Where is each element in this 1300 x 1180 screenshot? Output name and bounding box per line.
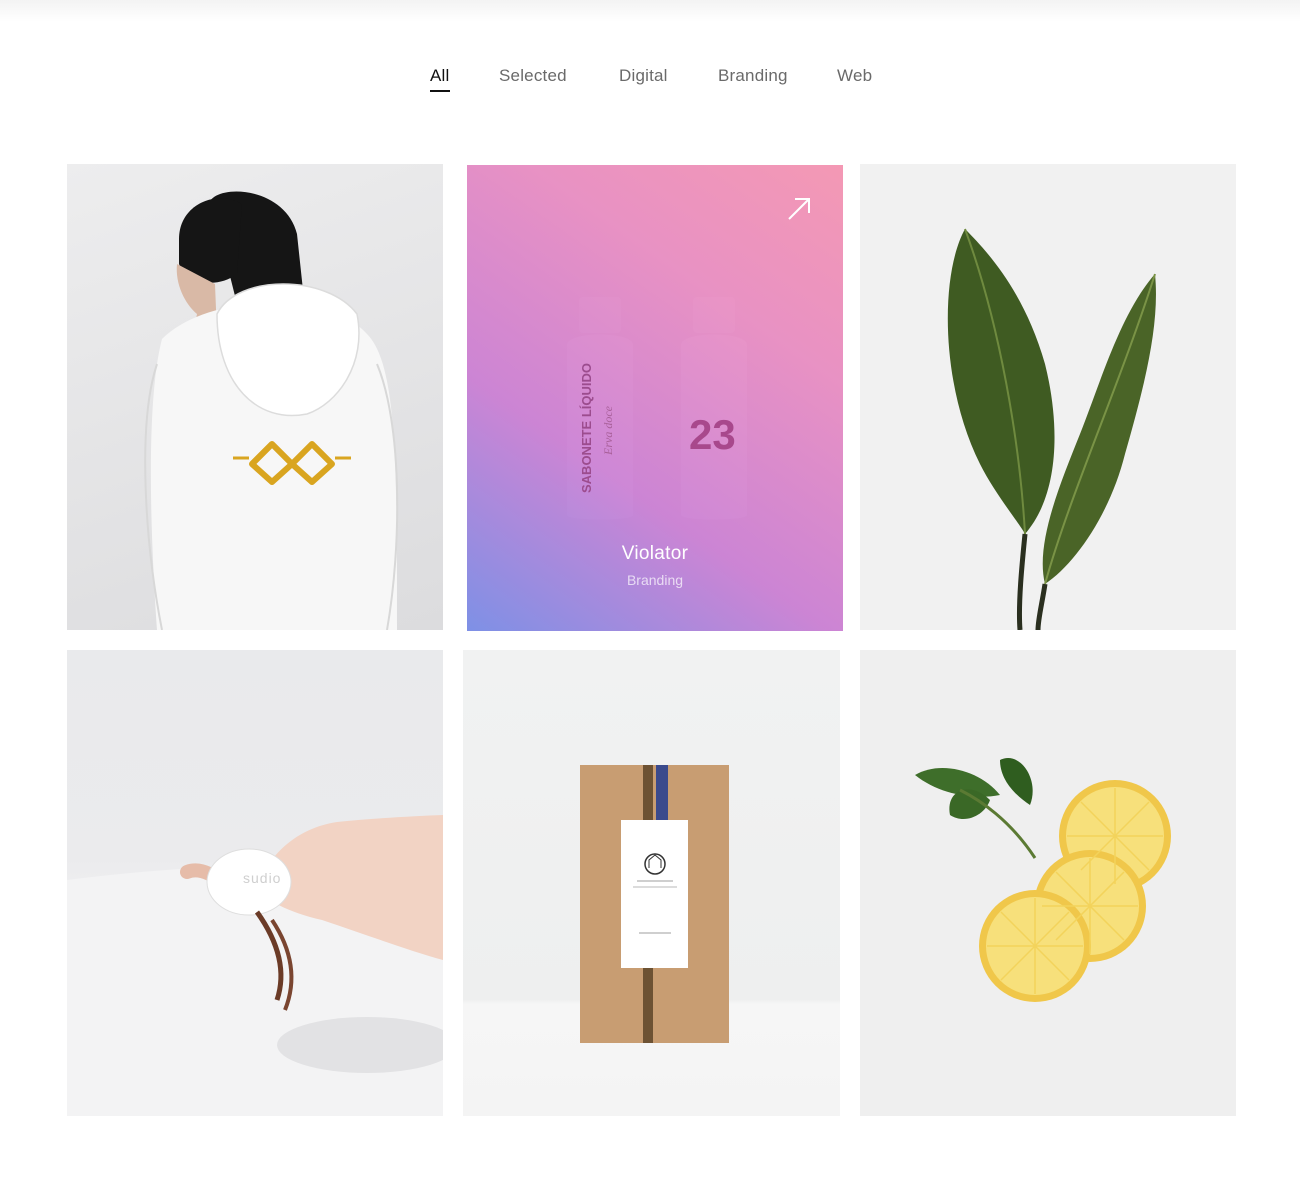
leaves-image — [947, 228, 1156, 630]
filter-all[interactable]: All — [430, 66, 450, 92]
portfolio-item-lemons[interactable] — [860, 650, 1236, 1116]
hoodie-image — [144, 191, 399, 630]
bottle-left-label: SABONETE LÍQUIDO — [579, 362, 594, 493]
portfolio-item-hoodie[interactable] — [67, 164, 443, 630]
portfolio-item-kraft-box[interactable] — [463, 650, 840, 1116]
bottle-right-number: 23 — [689, 411, 736, 458]
filter-selected[interactable]: Selected — [499, 66, 567, 92]
bottle-left-label-wrap: SABONETE LÍQUIDO — [579, 362, 599, 505]
portfolio-item-leaves[interactable] — [860, 164, 1236, 630]
arrow-up-right-icon[interactable] — [785, 195, 813, 223]
filter-web[interactable]: Web — [837, 66, 872, 92]
lemons-image — [915, 758, 1171, 1002]
lemon-slices — [979, 780, 1171, 1002]
portfolio-item-violator[interactable]: SABONETE LÍQUIDO Erva doce 23 Violator B… — [467, 165, 843, 631]
portfolio-filter-nav: All Selected Digital Branding Web — [0, 66, 1300, 98]
kraft-box-image — [580, 765, 729, 1043]
device-brand-label: sudio — [243, 870, 282, 886]
tile-title: Violator — [621, 543, 689, 564]
bottle-left-sub: Erva doce — [601, 406, 615, 455]
filter-digital[interactable]: Digital — [619, 66, 668, 92]
header-shadow — [0, 0, 1300, 22]
tile-category: Branding — [626, 572, 684, 588]
portfolio-item-sudio[interactable]: sudio — [67, 650, 443, 1116]
filter-branding[interactable]: Branding — [718, 66, 788, 92]
bottle-left-sub-wrap: Erva doce — [601, 365, 621, 505]
